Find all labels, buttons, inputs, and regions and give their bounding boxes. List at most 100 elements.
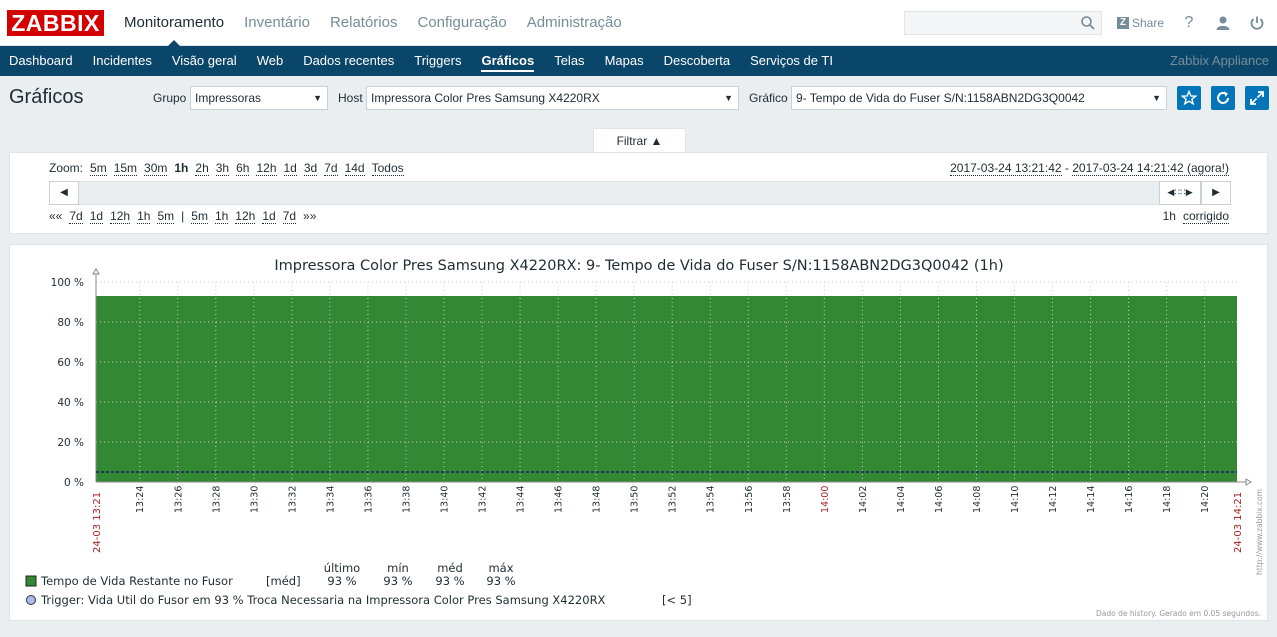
legend-header: último (324, 561, 360, 575)
sub-nav-label: Dados recentes (303, 53, 395, 68)
x-tick-label: 13:48 (592, 486, 603, 513)
x-tick-label: 14:14 (1086, 486, 1097, 513)
main-nav-item[interactable]: Relatórios (320, 0, 408, 46)
sub-nav-label: Gráficos (481, 53, 535, 72)
graph-panel: Impressora Color Pres Samsung X4220RX: 9… (9, 244, 1268, 621)
trigger-legend-condition: [< 5] (662, 593, 692, 607)
legend-swatch (25, 575, 37, 587)
main-nav-item[interactable]: Configuração (407, 0, 516, 46)
sub-nav-item[interactable]: Serviços de TI (740, 46, 843, 76)
zoom-link[interactable]: 6h (236, 161, 250, 176)
time-to[interactable]: 2017-03-24 14:21:42 (agora!) (1072, 161, 1229, 176)
favorite-button[interactable] (1177, 86, 1201, 110)
zoom-link[interactable]: 12h (256, 161, 277, 176)
x-tick-label: 13:40 (440, 486, 451, 513)
period-nav-link[interactable]: 1d (262, 209, 276, 224)
sub-nav-label: Incidentes (92, 53, 152, 68)
x-tick-label: 13:50 (630, 486, 641, 513)
main-nav-item[interactable]: Monitoramento (114, 0, 234, 47)
period-nav-link[interactable]: 7d (69, 209, 83, 224)
main-nav-item[interactable]: Inventário (234, 0, 320, 46)
graph-chart[interactable]: Impressora Color Pres Samsung X4220RX: 9… (10, 245, 1269, 622)
graph-footer: Dado de history. Gerado em 0.05 segundos… (1096, 609, 1261, 618)
x-tick-label: 14:16 (1124, 486, 1135, 513)
sub-nav-item[interactable]: Web (247, 46, 294, 76)
x-tick-label: 14:06 (934, 486, 945, 513)
series-area (96, 296, 1237, 482)
zoom-link[interactable]: 3d (303, 161, 318, 176)
zoom-link[interactable]: 14d (344, 161, 365, 176)
zoom-link[interactable]: 5m (90, 161, 107, 176)
period-nav-link[interactable]: »» (303, 209, 316, 224)
sub-nav-item[interactable]: Gráficos (471, 46, 544, 76)
time-range: 2017-03-24 13:21:42 - 2017-03-24 14:21:4… (950, 161, 1229, 176)
host-label: Host (338, 91, 363, 105)
period-nav-link[interactable]: 1d (89, 209, 104, 224)
power-off-icon[interactable] (1247, 13, 1267, 33)
period-nav-link[interactable]: 7d (282, 209, 297, 224)
user-profile-icon[interactable] (1213, 13, 1233, 33)
filter-tab[interactable]: Filtrar ▲ (593, 128, 686, 153)
fullscreen-button[interactable] (1245, 86, 1269, 110)
period-nav-link[interactable]: 12h (110, 209, 131, 224)
x-tick-label: 13:34 (325, 486, 336, 513)
search-input[interactable] (904, 11, 1102, 35)
refresh-button[interactable] (1211, 86, 1235, 110)
zoom-link[interactable]: 7d (324, 161, 338, 176)
zoom-link[interactable]: 15m (113, 161, 138, 176)
period-nav-link: | (181, 209, 185, 223)
sub-nav-item[interactable]: Dados recentes (293, 46, 404, 76)
scroll-handle[interactable]: ◀∷∷▶ (1159, 181, 1201, 205)
sub-nav-item[interactable]: Mapas (595, 46, 654, 76)
host-select[interactable]: Impressora Color Pres Samsung X4220RX ▼ (366, 86, 739, 110)
scroll-left-button[interactable]: ◀ (49, 181, 79, 205)
share-button[interactable]: Z Share (1117, 14, 1164, 32)
timeline-scrollbar[interactable]: ◀ ◀∷∷▶ ▶ (49, 181, 1231, 205)
x-tick-label: 14:18 (1162, 486, 1173, 513)
time-from[interactable]: 2017-03-24 13:21:42 (950, 161, 1062, 176)
legend-header: mín (387, 561, 409, 575)
period-nav-link[interactable]: 5m (191, 209, 208, 224)
x-tick-label: 13:32 (287, 486, 298, 513)
search-icon[interactable] (1080, 15, 1096, 31)
main-nav: Monitoramento Inventário Relatórios Configu… (114, 0, 632, 47)
legend-header: máx (488, 561, 513, 575)
host-select-value: Impressora Color Pres Samsung X4220RX (371, 91, 600, 105)
scroll-right-button[interactable]: ▶ (1201, 181, 1231, 205)
period-nav-link[interactable]: 5m (157, 209, 175, 224)
x-tick-label: 13:58 (782, 486, 793, 513)
group-select[interactable]: Impressoras ▼ (190, 86, 328, 110)
sub-nav-item[interactable]: Telas (544, 46, 594, 76)
sub-nav-item[interactable]: Dashboard (0, 46, 83, 76)
x-tick-label: 13:30 (249, 486, 260, 513)
zoom-link[interactable]: 1d (283, 161, 297, 176)
sub-nav-item[interactable]: Visão geral (162, 46, 247, 76)
period-nav-link[interactable]: 12h (235, 209, 256, 224)
zoom-link[interactable]: Todos (371, 161, 404, 176)
main-nav-item[interactable]: Administração (517, 0, 632, 46)
graph-select[interactable]: 9- Tempo de Vida do Fuser S/N:1158ABN2DG… (791, 86, 1167, 110)
zoom-link[interactable]: 2h (195, 161, 209, 176)
y-axis-arrow-icon (92, 268, 100, 275)
legend-function: [méd] (266, 574, 301, 588)
dropdown-arrow-icon: ▼ (1152, 93, 1161, 103)
help-icon[interactable]: ? (1179, 13, 1199, 33)
sub-nav-label: Serviços de TI (750, 53, 833, 68)
dropdown-arrow-icon: ▼ (313, 93, 322, 103)
period-nav-link[interactable]: 1h (137, 209, 151, 224)
sub-nav-item[interactable]: Incidentes (83, 46, 162, 76)
fixed-toggle[interactable]: corrigido (1182, 209, 1229, 224)
graph-title: Impressora Color Pres Samsung X4220RX: 9… (274, 258, 1003, 274)
zabbix-logo[interactable]: ZABBIX (7, 10, 104, 36)
x-tick-label: 14:02 (858, 486, 869, 513)
sub-nav-item[interactable]: Triggers (404, 46, 471, 76)
sub-nav-item[interactable]: Descoberta (654, 46, 740, 76)
zoom-link[interactable]: 30m (144, 161, 168, 176)
zoom-link[interactable]: 1h (174, 161, 188, 176)
period-nav-link[interactable]: «« (49, 209, 62, 224)
zoom-link[interactable]: 3h (215, 161, 230, 176)
x-end-label: 24-03 14:21 (1233, 492, 1244, 553)
period-value: 1h (1162, 209, 1176, 223)
period-nav-link[interactable]: 1h (214, 209, 229, 224)
watermark: http://www.zabbix.com (1255, 489, 1264, 575)
